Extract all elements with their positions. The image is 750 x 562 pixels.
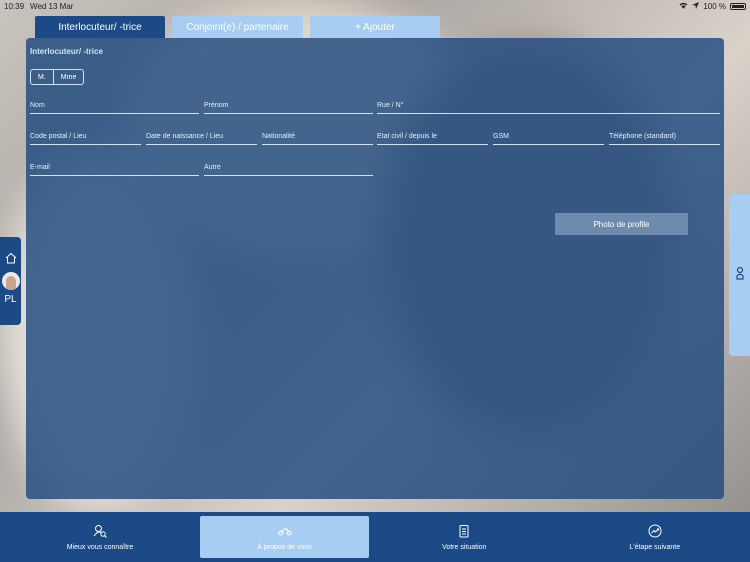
avatar[interactable] xyxy=(1,272,20,290)
nav-label: À propos de vous xyxy=(257,543,312,551)
status-date: Wed 13 Mar xyxy=(30,1,74,11)
gender-option-m[interactable]: M. xyxy=(31,70,53,84)
nav-etape-suivante[interactable]: L'étape suivante xyxy=(560,512,750,562)
user-initials[interactable]: PL xyxy=(4,294,16,305)
trend-icon xyxy=(648,524,662,538)
field-telephone[interactable]: Téléphone (standard) xyxy=(609,133,720,145)
field-autre[interactable]: Autre xyxy=(204,164,373,176)
field-prenom[interactable]: Prénom xyxy=(204,102,373,114)
nav-a-propos-de-vous[interactable]: À propos de vous xyxy=(200,516,369,558)
field-gsm[interactable]: GSM xyxy=(493,133,604,145)
field-nationalite[interactable]: Nationalité xyxy=(262,133,373,145)
nav-mieux-vous-connaitre[interactable]: Mieux vous connaître xyxy=(0,512,200,562)
scooter-icon xyxy=(278,524,292,538)
nav-votre-situation[interactable]: Votre situation xyxy=(369,512,560,562)
person-icon xyxy=(735,266,744,285)
gender-option-mme[interactable]: Mme xyxy=(52,70,84,84)
wifi-icon xyxy=(679,2,688,11)
form-panel: Interlocuteur/ -trice M. Mme Nom Prénom … xyxy=(26,38,724,499)
home-icon[interactable] xyxy=(5,251,17,264)
tab-add-button[interactable]: + Ajouter xyxy=(310,16,440,38)
nav-label: Mieux vous connaître xyxy=(66,543,134,551)
clipboard-icon xyxy=(457,524,471,538)
tab-interlocuteur[interactable]: Interlocuteur/ -trice xyxy=(35,16,165,38)
status-bar: 10:39 Wed 13 Mar 100 % xyxy=(0,0,750,12)
location-icon xyxy=(692,1,700,11)
field-code-postal[interactable]: Code postal / Lieu xyxy=(30,133,141,145)
battery-percent: 100 % xyxy=(703,1,726,11)
battery-icon xyxy=(730,2,746,10)
tab-conjoint[interactable]: Conjoint(e) / partenaire xyxy=(172,16,303,38)
search-person-icon xyxy=(93,524,107,538)
gender-selector: M. Mme xyxy=(30,69,85,85)
field-nom[interactable]: Nom xyxy=(30,102,199,114)
nav-label: Votre situation xyxy=(442,543,487,551)
bottom-nav: Mieux vous connaître À propos de vous Vo… xyxy=(0,512,750,562)
status-time: 10:39 xyxy=(4,1,25,11)
field-etat-civil[interactable]: Etat civil / depuis le xyxy=(377,133,488,145)
nav-label: L'étape suivante xyxy=(629,543,681,551)
photo-profile-button[interactable]: Photo de profile xyxy=(555,213,688,235)
left-rail: PL xyxy=(0,237,21,325)
section-title: Interlocuteur/ -trice xyxy=(30,47,103,56)
field-email[interactable]: E-mail xyxy=(30,164,199,176)
right-rail-tab[interactable] xyxy=(729,194,750,356)
field-rue[interactable]: Rue / N° xyxy=(377,102,720,114)
field-date-naissance[interactable]: Date de naissance / Lieu xyxy=(146,133,257,145)
